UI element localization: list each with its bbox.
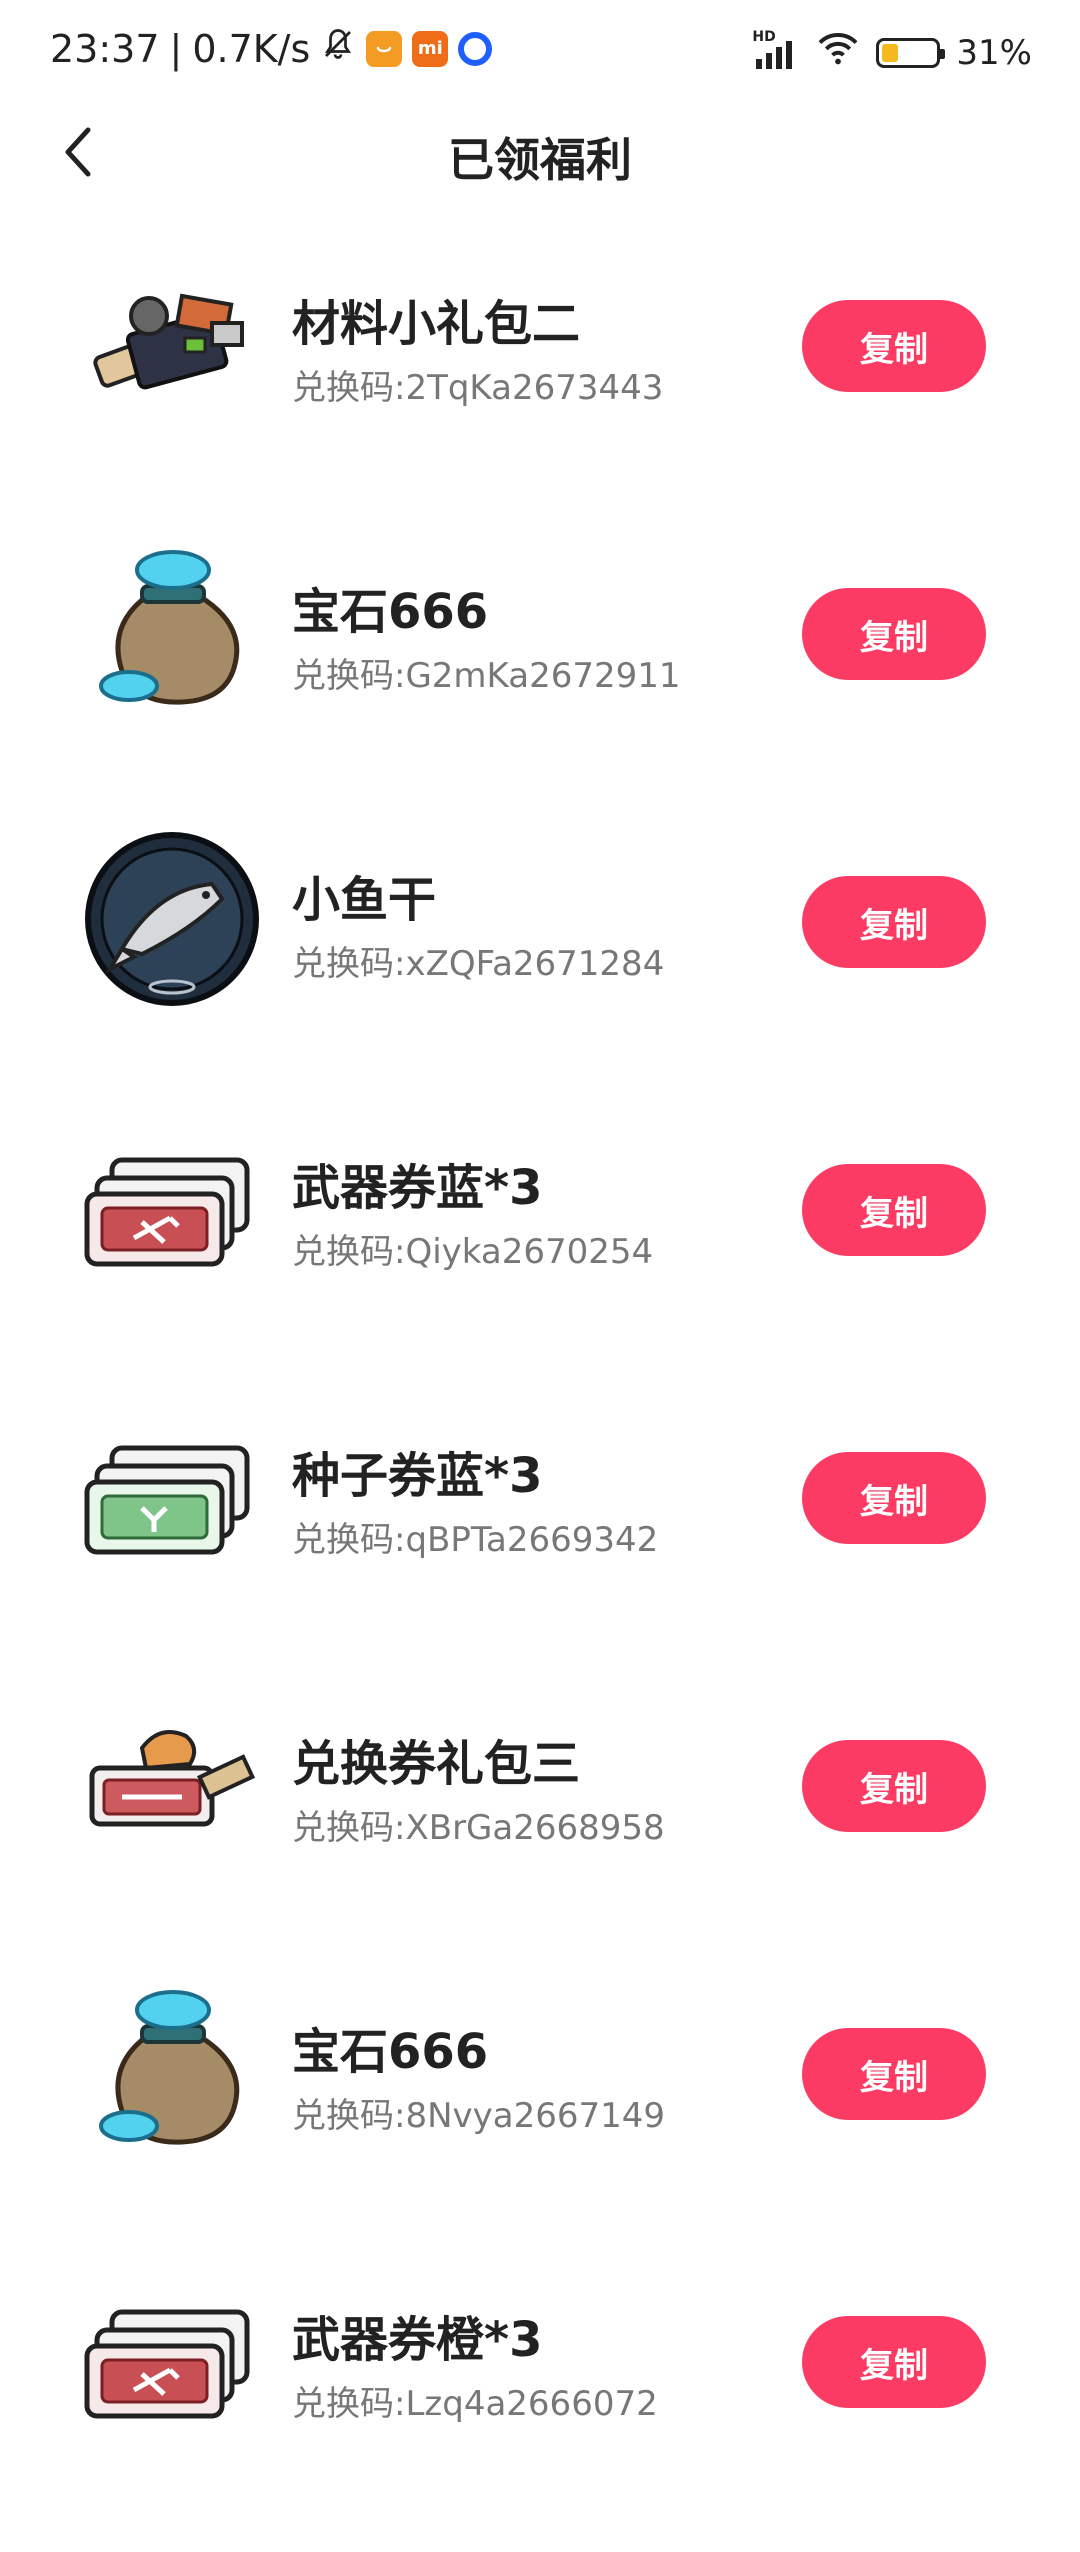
mi-app-icon: mi: [412, 30, 449, 67]
benefit-list-item: 小鱼干兑换码:xZQFa2671284 复制: [0, 824, 1080, 1112]
redeem-code: 兑换码:Qiyka2670254: [292, 1232, 654, 1272]
copy-button[interactable]: 复制: [802, 2316, 986, 2408]
page-title: 已领福利: [448, 133, 632, 187]
benefit-list: 材料小礼包二兑换码:2TqKa2673443 复制 宝石666 兑换码:G2mKa2…: [0, 248, 1080, 2552]
redeem-code: 兑换码:2TqKa2673443: [292, 368, 664, 408]
seed-ticket-icon: [82, 1400, 262, 1590]
dried-fish-icon: [82, 824, 262, 1014]
redeem-code: 兑换码:G2mKa2672911: [292, 656, 681, 696]
benefit-list-item: 兑换券礼包三兑换码:XBrGa2668958 复制: [0, 1688, 1080, 1976]
status-bar: 23:37 | 0.7K/s mi HD 31%: [0, 0, 1080, 100]
signal-icon: HD: [752, 29, 800, 69]
benefit-list-item: 宝石666 兑换码:G2mKa2672911 复制: [0, 536, 1080, 824]
copy-button[interactable]: 复制: [802, 1452, 986, 1544]
redeem-code: 兑换码:XBrGa2668958: [292, 1808, 665, 1848]
item-title: 兑换券礼包三: [292, 1736, 581, 1792]
gem-bag-icon: [82, 1976, 262, 2166]
mute-bell-icon: [320, 26, 356, 71]
voucher-pack-icon: [82, 1688, 262, 1878]
item-title: 宝石666: [292, 584, 489, 640]
item-title: 武器券蓝*3: [292, 1160, 543, 1216]
smile-app-icon: [366, 30, 403, 67]
benefit-list-item: 材料小礼包二兑换码:2TqKa2673443 复制: [0, 248, 1080, 536]
status-separator: |: [169, 26, 183, 71]
weapon-ticket-icon: [82, 1112, 262, 1302]
copy-button[interactable]: 复制: [802, 588, 986, 680]
copy-button[interactable]: 复制: [802, 2028, 986, 2120]
gem-bag-icon: [82, 536, 262, 726]
benefit-list-item: 武器券蓝*3 兑换码:Qiyka2670254 复制: [0, 1112, 1080, 1400]
blue-circle-app-icon: [458, 31, 493, 66]
copy-button[interactable]: 复制: [802, 876, 986, 968]
item-title: 材料小礼包二: [292, 296, 581, 352]
status-left: 23:37 | 0.7K/s mi: [50, 26, 493, 71]
benefit-list-item: 种子券蓝*3 兑换码:qBPTa2669342 复制: [0, 1400, 1080, 1688]
redeem-code: 兑换码:xZQFa2671284: [292, 944, 665, 984]
battery-fill: [882, 43, 899, 62]
status-time: 23:37: [50, 26, 160, 71]
item-title: 宝石666: [292, 2024, 489, 2080]
weapon-ticket-icon: [82, 2264, 262, 2454]
battery-percent: 31%: [956, 32, 1032, 73]
copy-button[interactable]: 复制: [802, 300, 986, 392]
nav-bar: 已领福利: [0, 100, 1080, 210]
item-title: 种子券蓝*3: [292, 1448, 543, 1504]
benefit-list-item: 宝石666 兑换码:8Nvya2667149 复制: [0, 1976, 1080, 2264]
redeem-code: 兑换码:Lzq4a2666072: [292, 2384, 658, 2424]
battery-icon: [876, 37, 946, 68]
material-pack-icon: [82, 248, 262, 438]
wifi-icon: [816, 30, 860, 75]
item-title: 小鱼干: [292, 872, 437, 928]
redeem-code: 兑换码:8Nvya2667149: [292, 2096, 666, 2136]
redeem-code: 兑换码:qBPTa2669342: [292, 1520, 659, 1560]
benefit-list-item: 武器券橙*3 兑换码:Lzq4a2666072 复制: [0, 2264, 1080, 2552]
copy-button[interactable]: 复制: [802, 1740, 986, 1832]
status-right: HD 31%: [752, 29, 1032, 75]
copy-button[interactable]: 复制: [802, 1164, 986, 1256]
item-title: 武器券橙*3: [292, 2312, 543, 2368]
net-speed: 0.7K/s: [192, 26, 311, 71]
hd-label: HD: [752, 28, 776, 45]
